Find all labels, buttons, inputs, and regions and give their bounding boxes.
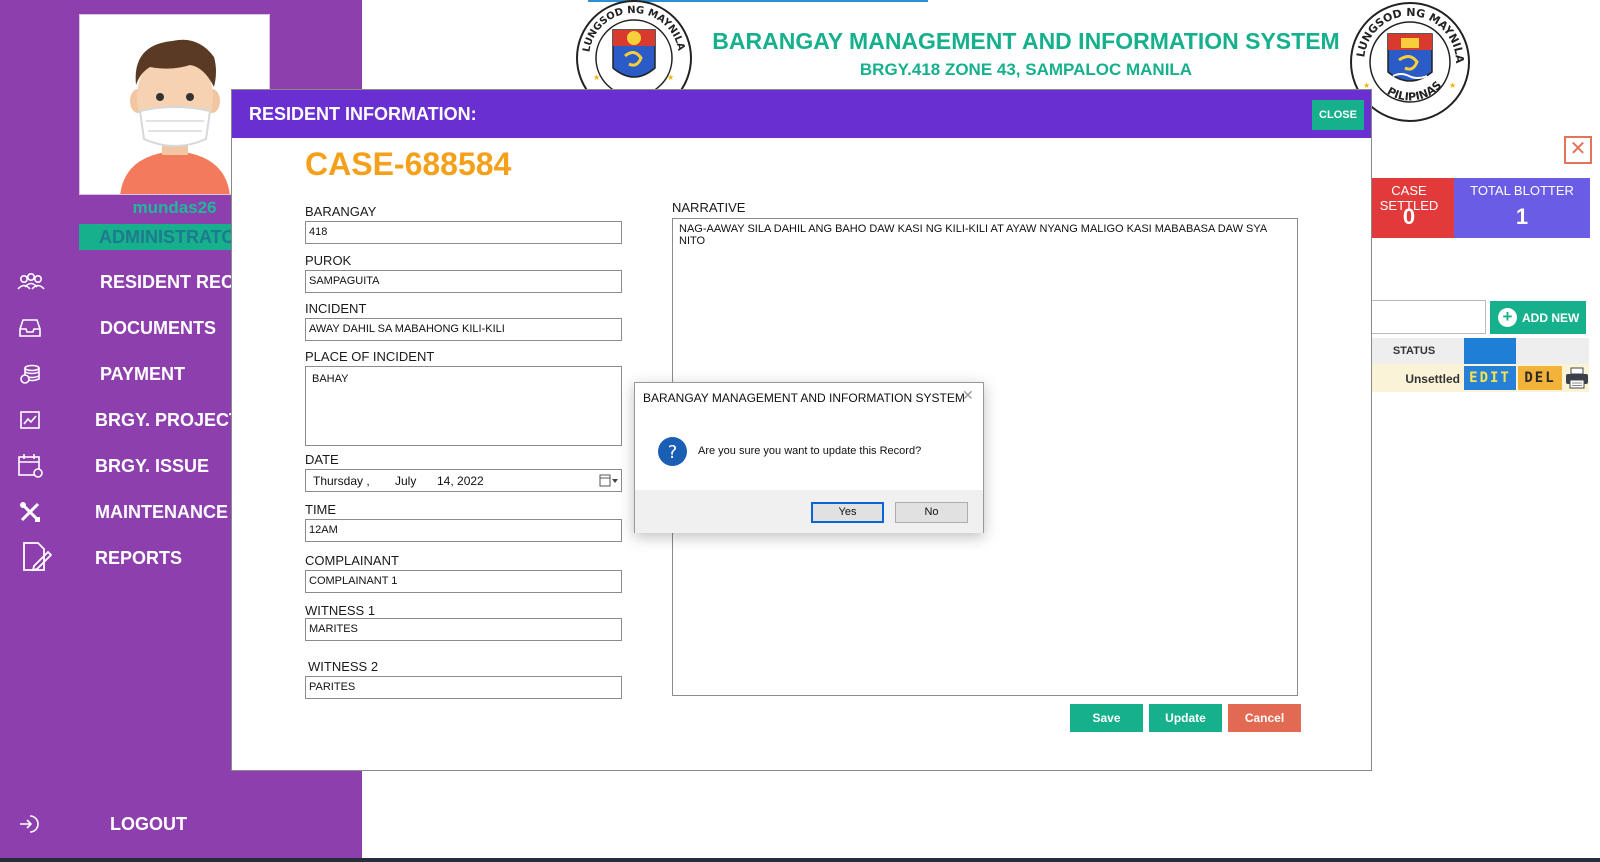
update-button[interactable]: Update xyxy=(1149,704,1222,732)
calendar-dropdown-icon[interactable] xyxy=(599,474,619,488)
dialog-close-icon[interactable]: ✕ xyxy=(962,387,974,404)
purok-field[interactable]: SAMPAGUITA xyxy=(305,270,622,293)
complainant-label: COMPLAINANT xyxy=(305,553,399,568)
dialog-title: BARANGAY MANAGEMENT AND INFORMATION SYST… xyxy=(643,391,965,405)
date-weekday: Thursday , xyxy=(313,474,370,488)
yes-button[interactable]: Yes xyxy=(811,502,884,523)
add-new-button[interactable]: + ADD NEW xyxy=(1490,301,1586,334)
complainant-field[interactable]: COMPLAINANT 1 xyxy=(305,570,622,593)
nav-logout[interactable]: LOGOUT xyxy=(0,804,362,844)
purok-label: PUROK xyxy=(305,253,352,268)
date-day-year: 14, 2022 xyxy=(437,474,484,488)
svg-text:?: ? xyxy=(668,442,678,463)
chart-icon xyxy=(20,411,40,429)
date-month: July xyxy=(395,474,417,488)
inbox-icon xyxy=(19,319,41,337)
modal-title: RESIDENT INFORMATION: xyxy=(249,104,477,124)
calendar-gear-icon xyxy=(18,454,43,478)
witness1-label: WITNESS 1 xyxy=(305,603,376,618)
save-button[interactable]: Save xyxy=(1070,704,1143,732)
nav-payment-label: PAYMENT xyxy=(100,364,186,384)
case-number: CASE-688584 xyxy=(305,146,512,182)
no-button[interactable]: No xyxy=(895,502,968,523)
barangay-field[interactable]: 418 xyxy=(305,221,622,244)
row-status: Unsettled xyxy=(1405,372,1460,386)
dialog-footer: Yes No xyxy=(635,490,983,533)
witness2-field[interactable]: PARITES xyxy=(305,676,622,699)
tools-icon xyxy=(20,502,40,522)
table-header: STATUS xyxy=(1364,338,1589,364)
stat-total-blotter: TOTAL BLOTTER 1 xyxy=(1454,178,1590,238)
nav-reports-label: REPORTS xyxy=(95,548,183,568)
stat-case-settled: CASE SETTLED 0 xyxy=(1364,178,1454,238)
stat-case-settled-value: 0 xyxy=(1402,204,1416,229)
modal-header: RESIDENT INFORMATION: CLOSE xyxy=(232,90,1371,138)
time-label: TIME xyxy=(305,502,337,517)
coins-icon xyxy=(20,364,40,384)
place-of-incident-field[interactable]: BAHAY xyxy=(305,366,622,446)
nav-brgy-issue-label: BRGY. ISSUE xyxy=(95,456,210,476)
witness1-field[interactable]: MARITES xyxy=(305,618,622,641)
edit-button[interactable]: EDIT xyxy=(1464,366,1516,390)
logout-icon xyxy=(20,815,39,833)
nav-documents-label: DOCUMENTS xyxy=(100,318,216,338)
nav-brgy-project-label: BRGY. PROJECT xyxy=(95,410,241,430)
delete-button[interactable]: DEL xyxy=(1518,366,1562,390)
question-icon: ? xyxy=(658,437,687,466)
window-close-button[interactable]: ✕ xyxy=(1564,136,1592,164)
incident-label: INCIDENT xyxy=(305,301,367,316)
people-icon xyxy=(17,273,45,290)
date-picker[interactable]: Thursday , July 14, 2022 xyxy=(305,469,622,492)
stat-total-blotter-value: 1 xyxy=(1515,204,1529,229)
plus-icon: + xyxy=(1498,308,1517,327)
barangay-label: BARANGAY xyxy=(305,204,377,219)
manila-seal-logo-left: LUNGSOD NG MAYNILA ★ ★ xyxy=(575,0,693,116)
table-row: Unsettled EDIT DEL xyxy=(1364,364,1589,392)
stat-total-blotter-label: TOTAL BLOTTER xyxy=(1470,183,1574,198)
narrative-label: NARRATIVE xyxy=(672,200,746,215)
taskbar-edge xyxy=(0,858,1600,862)
cancel-button[interactable]: Cancel xyxy=(1228,704,1301,732)
report-pen-icon xyxy=(23,542,52,572)
witness2-label: WITNESS 2 xyxy=(308,659,379,674)
modal-close-button[interactable]: CLOSE xyxy=(1312,100,1364,130)
date-label: DATE xyxy=(305,452,339,467)
confirm-dialog: BARANGAY MANAGEMENT AND INFORMATION SYST… xyxy=(634,382,984,533)
incident-field[interactable]: AWAY DAHIL SA MABAHONG KILI-KILI xyxy=(305,318,622,341)
close-icon: ✕ xyxy=(1569,138,1587,160)
system-subtitle: BRGY.418 ZONE 43, SAMPALOC MANILA xyxy=(859,60,1193,79)
action-column-header xyxy=(1464,338,1516,364)
search-input[interactable] xyxy=(1364,300,1486,334)
status-column-header: STATUS xyxy=(1392,345,1436,357)
svg-text:★: ★ xyxy=(593,73,600,82)
place-of-incident-label: PLACE OF INCIDENT xyxy=(305,349,435,364)
svg-text:★: ★ xyxy=(667,73,674,82)
time-field[interactable]: 12AM xyxy=(305,519,622,542)
svg-text:★: ★ xyxy=(1449,81,1456,90)
printer-icon[interactable] xyxy=(1565,367,1589,389)
nav-logout-label: LOGOUT xyxy=(110,814,187,834)
add-new-label: ADD NEW xyxy=(1522,311,1580,325)
dialog-message: Are you sure you want to update this Rec… xyxy=(698,445,922,457)
nav-maintenance-label: MAINTENANCE xyxy=(95,502,228,522)
system-title: BARANGAY MANAGEMENT AND INFORMATION SYST… xyxy=(712,28,1340,54)
